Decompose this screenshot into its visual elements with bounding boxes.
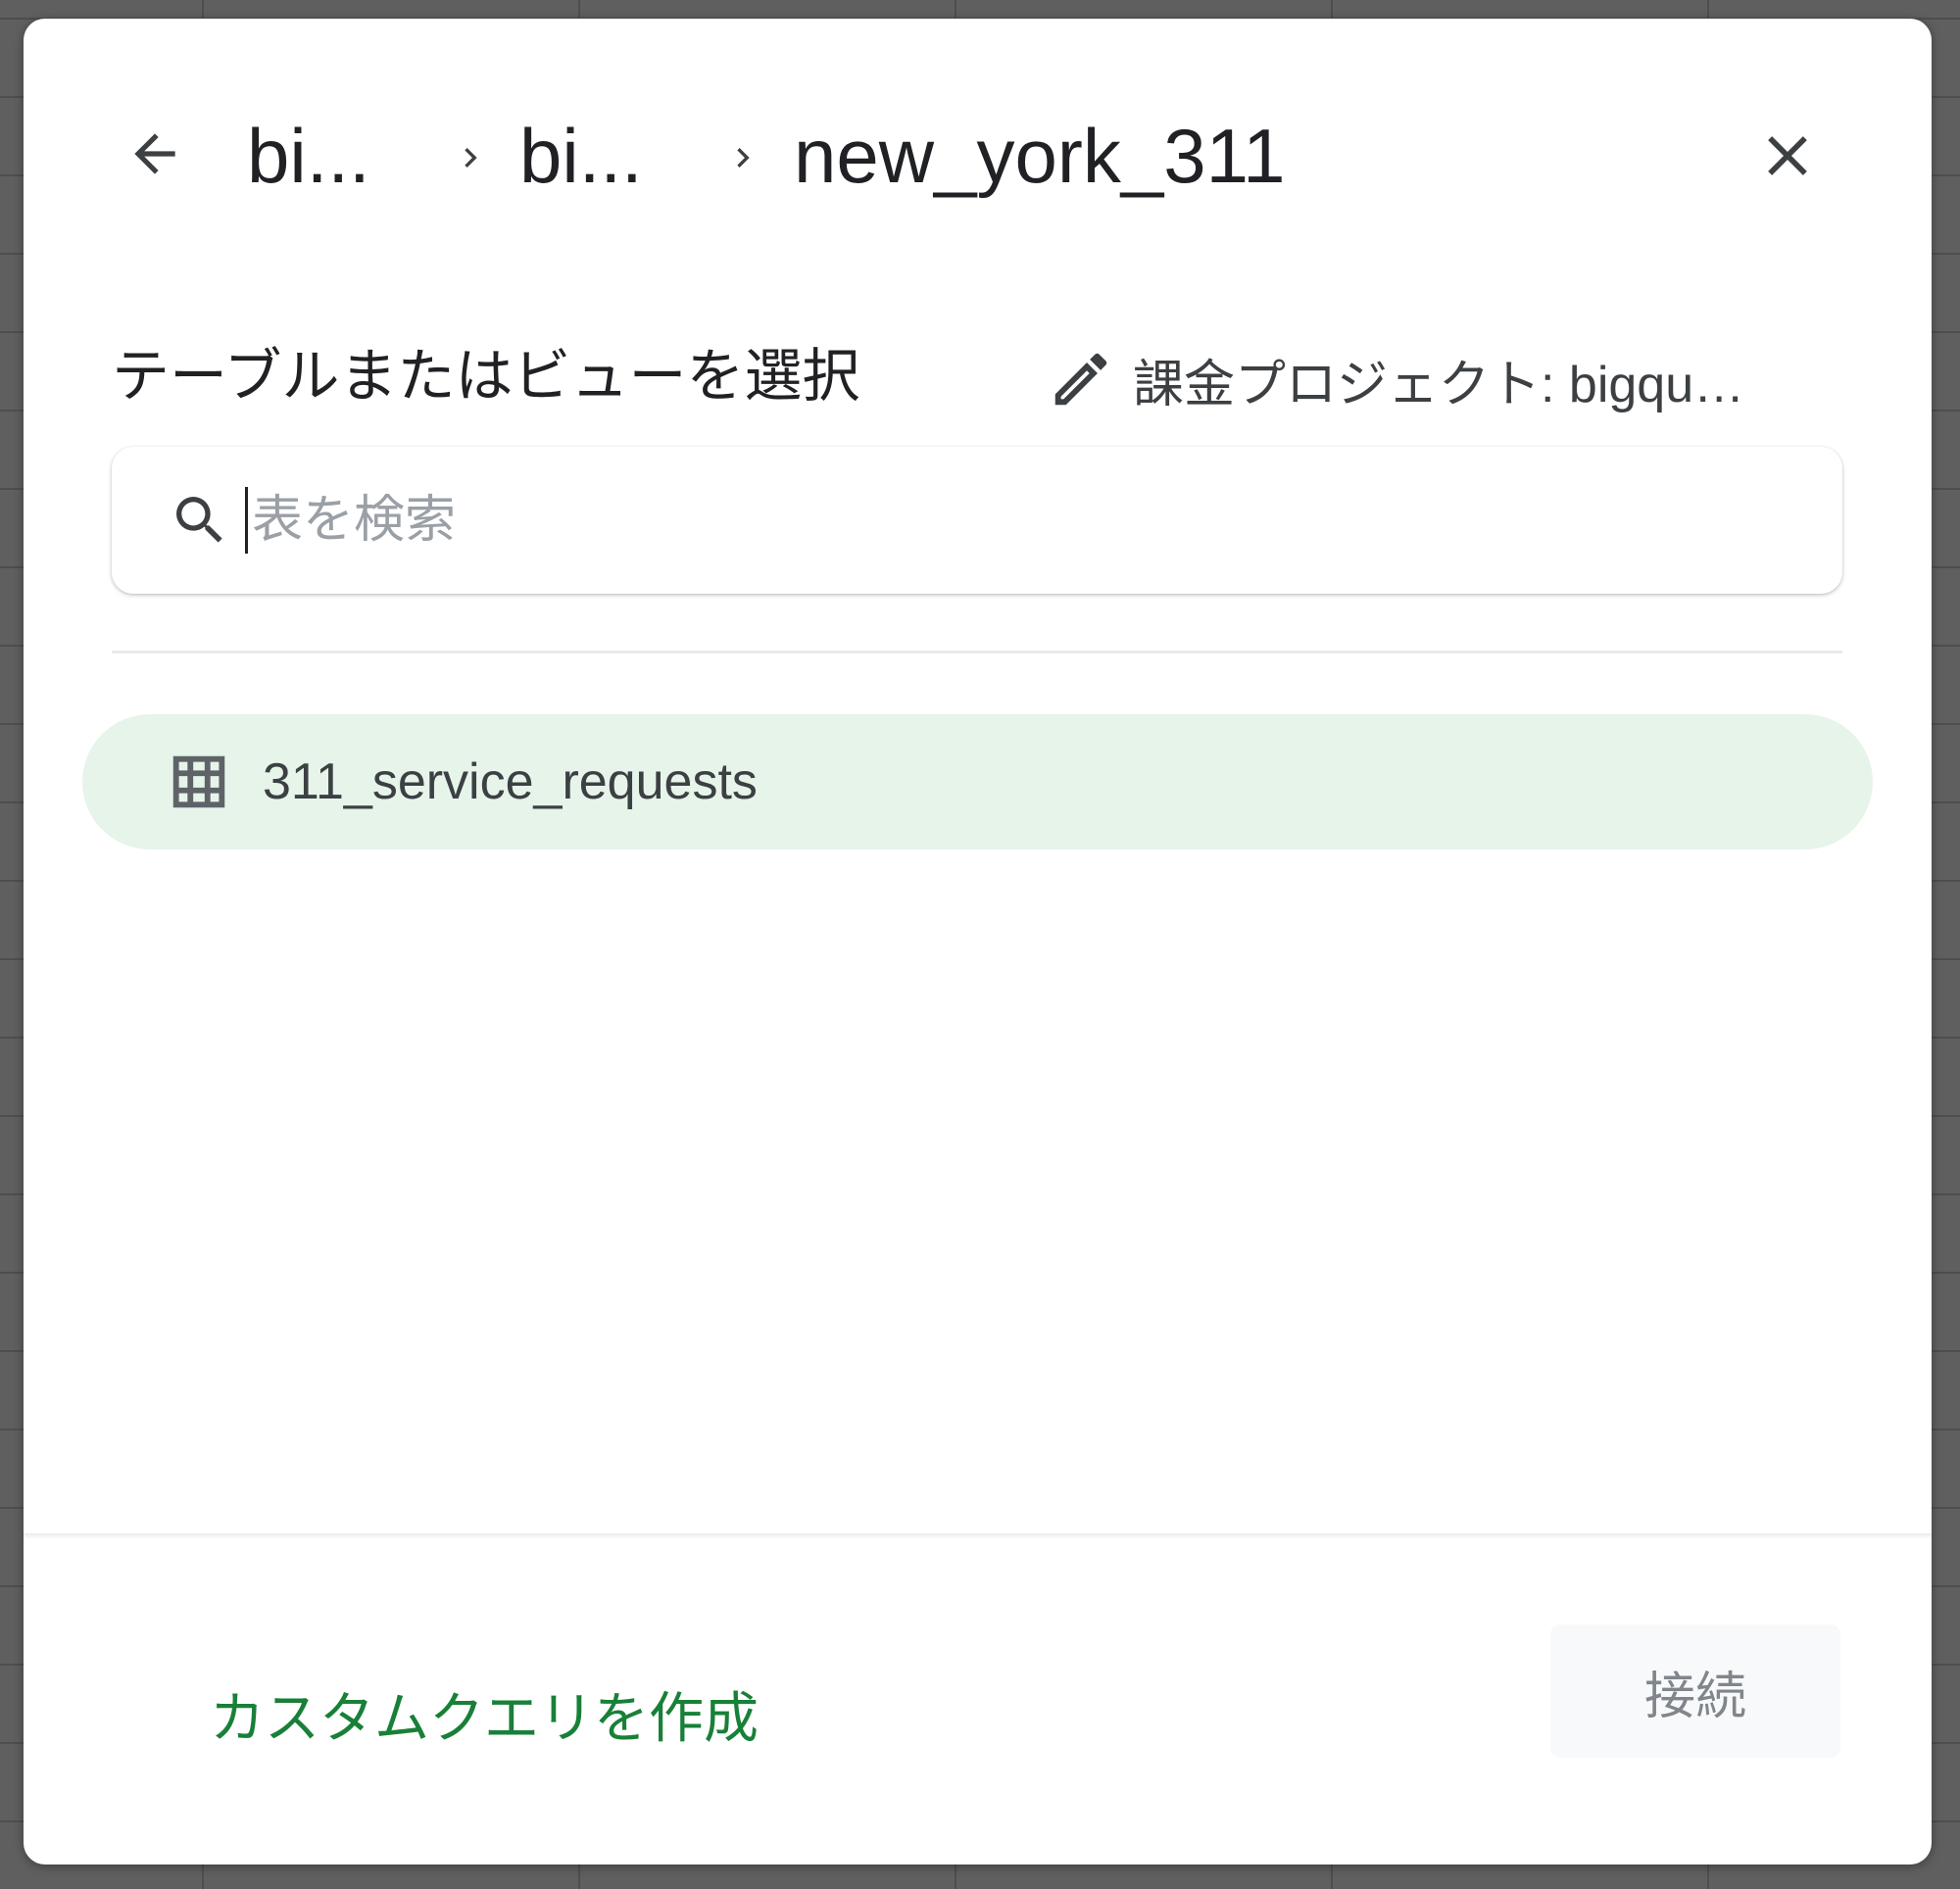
- billing-project-button[interactable]: 課金プロジェクト: bigquer...: [1047, 342, 1756, 416]
- table-select-dialog: bi... bi... new_york_311 テーブルまたはビューを選択 課…: [24, 19, 1932, 1865]
- billing-project-label: 課金プロジェクト: bigquer...: [1133, 356, 1756, 413]
- chevron-right-icon: [721, 128, 764, 187]
- search-icon: [176, 497, 222, 543]
- section-title: テーブルまたはビューを選択: [112, 344, 860, 409]
- breadcrumb-item-project[interactable]: bi...: [247, 118, 370, 194]
- pencil-icon: [1054, 353, 1107, 406]
- breadcrumb-item-dataset: new_york_311: [794, 113, 1286, 199]
- search-box[interactable]: [112, 447, 1842, 594]
- table-grid-icon: [172, 755, 225, 808]
- search-input[interactable]: [245, 487, 1724, 554]
- footer-divider: [24, 1533, 1932, 1539]
- close-button[interactable]: [1750, 119, 1825, 193]
- divider: [112, 651, 1842, 654]
- arrow-left-icon: [134, 133, 175, 174]
- close-icon: [1768, 136, 1807, 175]
- table-list-item[interactable]: 311_service_requests: [82, 714, 1873, 849]
- back-button[interactable]: [118, 117, 192, 191]
- table-name: 311_service_requests: [263, 753, 758, 810]
- connect-button[interactable]: 接続: [1550, 1624, 1840, 1758]
- chevron-right-icon: [449, 128, 492, 187]
- create-custom-query-link[interactable]: カスタムクエリを作成: [210, 1679, 759, 1758]
- breadcrumb-item-dataset-parent[interactable]: bi...: [519, 118, 643, 194]
